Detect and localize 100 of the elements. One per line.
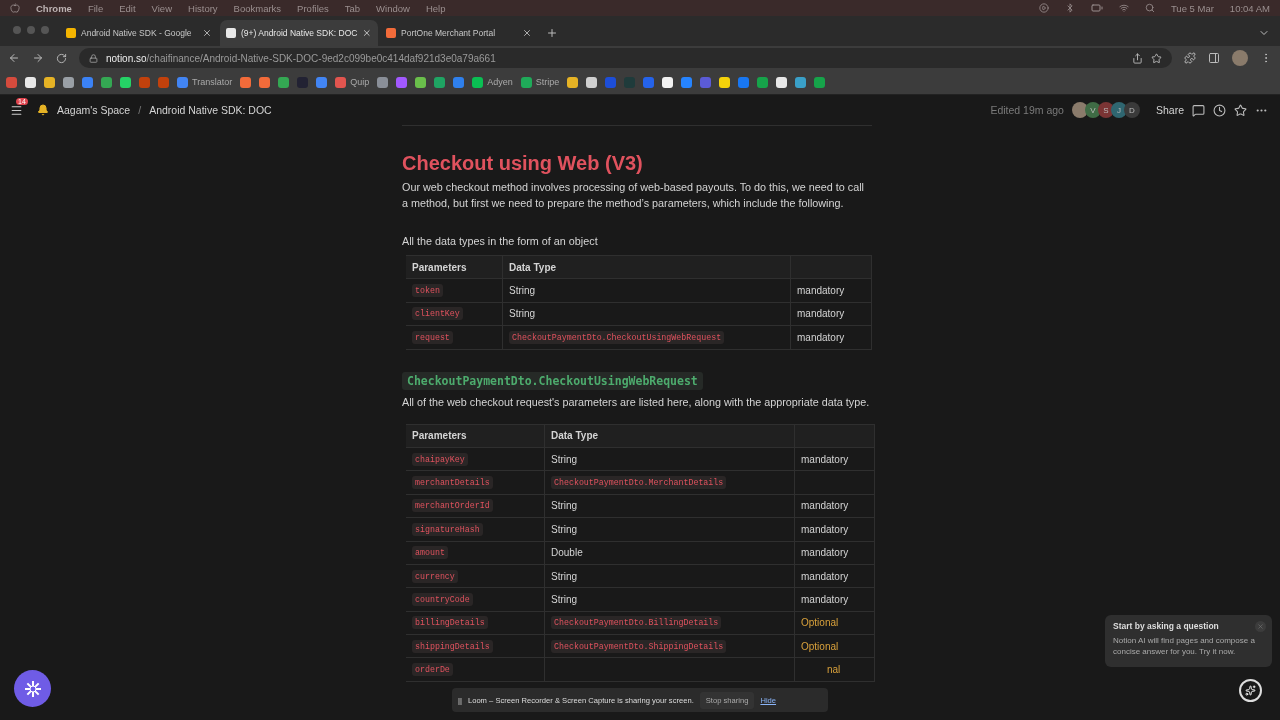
type-code: CheckoutPaymentDto.MerchantDetails	[551, 476, 727, 490]
type-text: String	[551, 570, 578, 582]
side-panel-icon[interactable]	[1208, 52, 1220, 64]
code-heading: CheckoutPaymentDto.CheckoutUsingWebRequest	[402, 371, 703, 390]
extensions-icon[interactable]	[1184, 52, 1196, 64]
menu-item[interactable]: View	[151, 2, 172, 14]
search-icon[interactable]	[1144, 3, 1155, 13]
bookmark-icon[interactable]	[567, 76, 579, 88]
apple-icon[interactable]	[10, 3, 20, 13]
requirement-text: mandatory	[801, 453, 849, 465]
play-icon[interactable]	[1038, 3, 1049, 13]
menu-icon[interactable]	[10, 103, 23, 117]
menu-item[interactable]: Profiles	[297, 2, 329, 14]
browser-tab[interactable]: PortOne Merchant Portal	[380, 20, 538, 46]
menu-item[interactable]: Edit	[119, 2, 136, 14]
browser-tab[interactable]: Android Native SDK - Google	[60, 20, 218, 46]
ai-button[interactable]	[1239, 679, 1262, 702]
column-header: Parameters	[412, 261, 467, 273]
user-avatar: S	[1097, 102, 1114, 118]
user-avatar: J	[1110, 102, 1127, 118]
bookmark-icon[interactable]	[63, 76, 74, 88]
user-avatar: D	[1123, 102, 1140, 118]
column-header: Parameters	[412, 430, 467, 442]
menu-item[interactable]: Bookmarks	[233, 2, 282, 14]
parameter-code: request	[412, 330, 453, 344]
back-icon[interactable]	[8, 52, 20, 64]
comment-icon[interactable]	[1192, 103, 1205, 117]
window-close-control[interactable]	[13, 26, 21, 34]
forward-icon[interactable]	[32, 52, 44, 64]
clock-text: 10:04 AM	[1229, 2, 1270, 14]
menu-item[interactable]: Help	[425, 2, 446, 14]
bookmark-icon[interactable]	[776, 76, 788, 88]
share-link[interactable]: Share	[1155, 104, 1184, 116]
menu-item[interactable]: Chrome	[36, 2, 72, 14]
bookmark-icon[interactable]	[120, 76, 131, 88]
window-minimize-control[interactable]	[27, 26, 35, 34]
share-icon[interactable]	[1132, 52, 1143, 64]
bookmark-icon[interactable]	[415, 76, 427, 88]
close-icon[interactable]	[522, 28, 532, 38]
new-tab-icon[interactable]	[546, 27, 558, 39]
reload-icon[interactable]	[56, 52, 67, 64]
type-text: String	[551, 523, 578, 535]
clock-icon[interactable]	[1213, 103, 1226, 117]
breadcrumb-link[interactable]: Aagam's Space	[57, 104, 131, 116]
snowflake-icon	[23, 679, 42, 698]
parameter-code: signatureHash	[412, 522, 483, 536]
type-text: String	[509, 308, 536, 320]
bookmark-label[interactable]: Quip	[350, 77, 370, 87]
bookmark-label[interactable]: Stripe	[535, 77, 560, 87]
bookmark-icon[interactable]	[25, 76, 36, 88]
requirement-text: mandatory	[801, 594, 849, 605]
close-button[interactable]	[1255, 621, 1266, 632]
close-icon[interactable]	[362, 28, 372, 38]
lock-icon	[89, 53, 98, 63]
column-header: Data Type	[551, 430, 599, 442]
parameter-code: shippingDetails	[412, 639, 493, 653]
description-paragraph: All of the web checkout request's parameters are listed here, along with the appropriate data type.	[402, 394, 871, 410]
favicon-icon	[386, 28, 396, 38]
requirement-text: mandatory	[801, 570, 849, 582]
assistant-button[interactable]	[14, 670, 51, 707]
breadcrumb-link[interactable]: Android Native SDK: DOC	[149, 104, 272, 116]
close-icon[interactable]	[202, 28, 212, 38]
menu-item[interactable]: Tab	[344, 2, 361, 14]
star-icon[interactable]	[1151, 52, 1162, 64]
parameter-code: amount	[412, 546, 448, 560]
requirement-text: nal	[827, 664, 841, 676]
bookmark-icon[interactable]	[662, 76, 674, 88]
address-field[interactable]: notion.so/chaifinance/Android-Native-SDK-DOC-9ed2c099be0c414daf921d3e0a79a661	[79, 48, 1172, 68]
user-avatar	[1071, 102, 1088, 118]
star-icon[interactable]	[1234, 103, 1247, 117]
intro-paragraph: Our web checkout method involves processing of web-based payouts. To do this, we need to call a method, but first we need to prepare the method’s parameters, which include the following.	[402, 180, 865, 211]
type-text: String	[551, 594, 578, 605]
bookmark-label[interactable]: Translator	[192, 77, 233, 87]
type-text: String	[509, 285, 536, 297]
bell-icon	[37, 104, 49, 116]
bookmark-label[interactable]: Adyen	[487, 77, 513, 87]
bookmark-icon[interactable]	[44, 76, 55, 88]
type-text: String	[551, 500, 578, 512]
date-text: Tue 5 Mar	[1170, 2, 1214, 14]
bookmark-icon[interactable]	[472, 76, 484, 88]
parameter-code: orderDe	[412, 663, 453, 677]
window-zoom-control[interactable]	[41, 26, 49, 34]
browser-tab[interactable]: (9+) Android Native SDK: DOC	[220, 20, 378, 46]
popup-body: Notion AI will find pages and compose a concise answer for you. Try it now.	[1113, 635, 1256, 657]
parameter-code: merchantDetails	[412, 476, 493, 490]
requirement-text: mandatory	[797, 331, 845, 343]
requirement-text: mandatory	[801, 500, 849, 512]
menu-item[interactable]: File	[87, 2, 104, 14]
battery-icon[interactable]	[1090, 2, 1103, 14]
wifi-icon[interactable]	[1118, 3, 1129, 13]
parameter-code: clientKey	[412, 307, 463, 321]
parameter-code: currency	[412, 569, 458, 583]
bookmark-icon[interactable]	[586, 76, 598, 88]
bookmark-icon[interactable]	[719, 76, 731, 88]
requirement-text: mandatory	[801, 523, 849, 535]
menu-item[interactable]: Window	[376, 2, 410, 14]
profile-avatar[interactable]	[1232, 50, 1248, 66]
menu-item[interactable]: History	[188, 2, 218, 14]
bluetooth-icon[interactable]	[1064, 3, 1075, 13]
type-text: String	[551, 453, 578, 465]
